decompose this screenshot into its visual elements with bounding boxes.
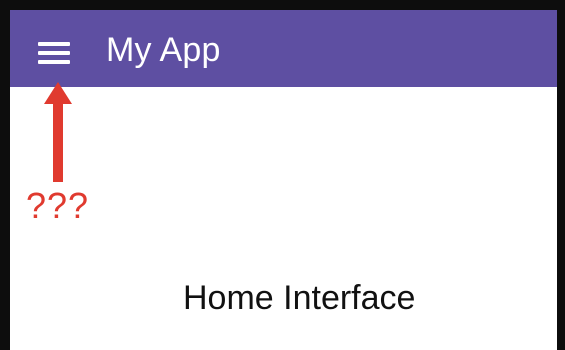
menu-bar-line [38, 42, 70, 46]
app-window: My App ??? Home Interface [0, 0, 565, 350]
menu-bar-line [38, 51, 70, 55]
hamburger-menu-icon[interactable] [34, 36, 74, 66]
home-content-text: Home Interface [183, 279, 416, 317]
app-title: My App [106, 31, 221, 69]
menu-bar-line [38, 60, 70, 64]
annotation-label: ??? [26, 185, 90, 226]
app-bar: My App [10, 10, 557, 87]
up-arrow-icon [44, 82, 72, 182]
